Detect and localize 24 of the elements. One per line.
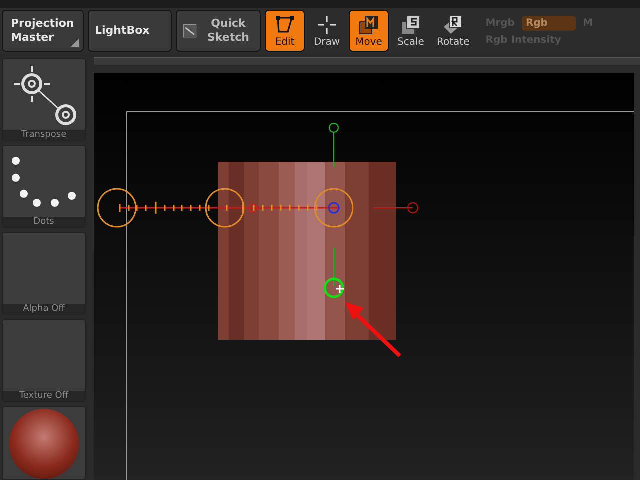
shelf-thumbnail[interactable]: Dots bbox=[2, 145, 86, 228]
thumbnail-label: Texture Off bbox=[3, 391, 85, 401]
color-mode-button[interactable]: Rgb bbox=[522, 16, 576, 31]
thumbnail-label: Alpha Off bbox=[3, 304, 85, 314]
tool-button[interactable]: Move bbox=[349, 10, 389, 52]
tool-button[interactable]: Rotate bbox=[433, 10, 474, 52]
thumbnail-label: Transpose bbox=[3, 130, 85, 140]
toolbar-button[interactable]: Quick Sketch bbox=[176, 10, 261, 52]
shelf-thumbnail[interactable]: Transpose bbox=[2, 58, 86, 141]
rotate-icon bbox=[443, 14, 464, 34]
tool-button[interactable]: Draw bbox=[309, 10, 345, 52]
pointer-arrow bbox=[345, 302, 402, 358]
move-icon bbox=[359, 14, 379, 34]
tool-button[interactable]: Edit bbox=[265, 10, 305, 52]
toolbar-button[interactable]: LightBox bbox=[88, 10, 172, 52]
thumbnail-label: Dots bbox=[3, 217, 85, 227]
crosshair-cursor-icon bbox=[335, 284, 345, 294]
tool-button[interactable]: Scale bbox=[393, 10, 429, 52]
scale-icon bbox=[401, 14, 421, 34]
shelf-thumbnail[interactable]: Texture Off bbox=[2, 319, 86, 402]
shelf-thumbnail[interactable]: Alpha Off bbox=[2, 232, 86, 315]
toolbar-button[interactable]: Projection Master bbox=[2, 10, 84, 52]
corner-triangle-icon bbox=[71, 39, 79, 47]
material-swatch[interactable] bbox=[2, 406, 86, 480]
